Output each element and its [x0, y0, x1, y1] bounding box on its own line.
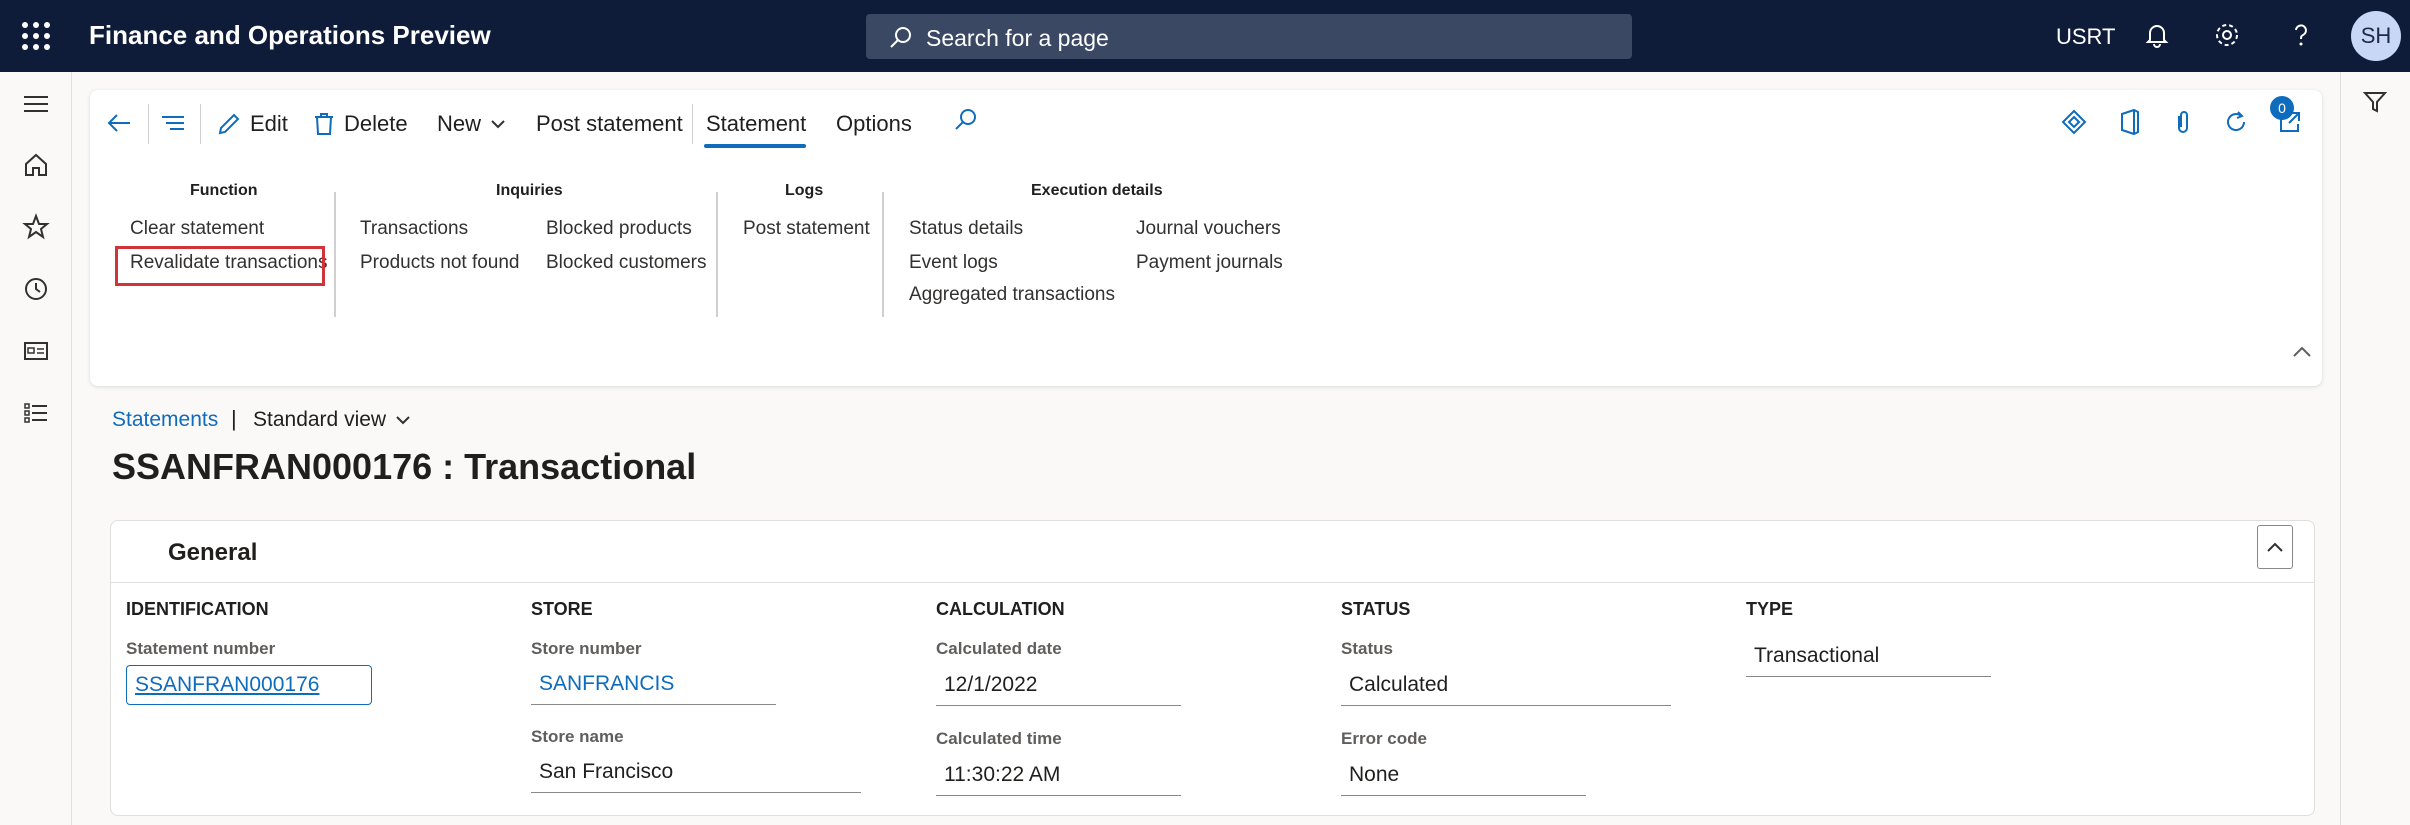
group-title-function: Function — [190, 182, 258, 199]
calculated-time-field[interactable]: 11:30:22 AM — [936, 756, 1181, 796]
edit-button[interactable]: Edit — [216, 104, 288, 144]
delete-button[interactable]: Delete — [312, 104, 408, 144]
search-box[interactable]: Search for a page — [866, 14, 1632, 59]
products-not-found-button[interactable]: Products not found — [360, 252, 520, 274]
chevron-up-icon[interactable] — [2290, 342, 2314, 362]
general-title: General — [168, 539, 258, 566]
chevron-down-icon — [491, 120, 505, 129]
collapse-general-button[interactable] — [2257, 525, 2293, 569]
app-title[interactable]: Finance and Operations Preview — [89, 20, 491, 51]
calculated-date-field[interactable]: 12/1/2022 — [936, 666, 1181, 706]
new-label: New — [437, 111, 482, 136]
breadcrumb-separator: | — [231, 406, 237, 431]
view-selector-label: Standard view — [253, 408, 387, 431]
statement-number-label: Statement number — [126, 639, 276, 658]
power-apps-icon[interactable] — [2060, 108, 2088, 136]
home-icon[interactable] — [21, 150, 51, 180]
star-icon[interactable] — [21, 212, 51, 242]
filter-icon[interactable] — [2361, 88, 2389, 116]
type-field[interactable]: Transactional — [1746, 637, 1991, 677]
status-label: Status — [1341, 639, 1393, 658]
store-name-label: Store name — [531, 727, 624, 746]
calculated-time-label: Calculated time — [936, 729, 1062, 748]
identification-heading: IDENTIFICATION — [126, 599, 269, 619]
trash-icon — [315, 113, 333, 135]
active-tab-indicator — [704, 144, 806, 148]
tab-options[interactable]: Options — [836, 104, 912, 144]
general-fasttab-header[interactable]: General — [111, 521, 2314, 583]
chevron-up-icon — [2267, 542, 2283, 552]
store-number-label: Store number — [531, 639, 642, 658]
blocked-customers-button[interactable]: Blocked customers — [546, 252, 707, 274]
edit-label: Edit — [250, 111, 288, 136]
store-number-link[interactable]: SANFRANCIS — [531, 665, 776, 705]
error-code-field[interactable]: None — [1341, 756, 1586, 796]
refresh-icon[interactable] — [2222, 108, 2250, 136]
avatar[interactable]: SH — [2351, 11, 2401, 61]
aggregated-transactions-button[interactable]: Aggregated transactions — [909, 284, 1115, 306]
group-title-logs: Logs — [785, 182, 824, 199]
type-heading: TYPE — [1746, 599, 1794, 619]
office-icon[interactable] — [2116, 108, 2142, 136]
journal-vouchers-button[interactable]: Journal vouchers — [1136, 218, 1281, 240]
breadcrumb-statements[interactable]: Statements — [112, 408, 218, 432]
post-statement-button[interactable]: Post statement — [536, 104, 683, 144]
error-code-label: Error code — [1341, 729, 1427, 748]
delete-label: Delete — [344, 111, 408, 136]
new-menu-button[interactable]: New — [437, 104, 515, 144]
transactions-button[interactable]: Transactions — [360, 218, 468, 240]
store-name-field[interactable]: San Francisco — [531, 753, 861, 793]
chevron-down-icon — [396, 416, 410, 425]
back-arrow-icon[interactable] — [104, 108, 134, 138]
left-navigation — [0, 72, 72, 825]
highlight-box — [115, 246, 325, 286]
status-details-button[interactable]: Status details — [909, 218, 1023, 240]
search-icon[interactable] — [952, 106, 980, 134]
company-picker[interactable]: USRT — [2056, 24, 2116, 50]
general-fasttab: General IDENTIFICATION Statement number … — [110, 520, 2315, 816]
workspaces-icon[interactable] — [21, 336, 51, 366]
status-heading: STATUS — [1341, 599, 1411, 619]
app-launcher-icon[interactable] — [22, 22, 50, 50]
blocked-products-button[interactable]: Blocked products — [546, 218, 692, 240]
tab-statement[interactable]: Statement — [706, 104, 806, 144]
recent-clock-icon[interactable] — [21, 274, 51, 304]
payment-journals-button[interactable]: Payment journals — [1136, 252, 1283, 274]
hamburger-icon[interactable] — [21, 92, 51, 116]
logs-post-statement-button[interactable]: Post statement — [743, 218, 870, 240]
lines-menu-icon[interactable] — [158, 108, 188, 138]
store-heading: STORE — [531, 599, 593, 619]
view-selector[interactable]: Standard view — [253, 408, 412, 432]
open-new-window-icon[interactable] — [2276, 108, 2304, 136]
search-placeholder: Search for a page — [926, 25, 1109, 51]
pencil-icon — [218, 113, 240, 135]
calculation-heading: CALCULATION — [936, 599, 1065, 619]
search-icon — [890, 27, 911, 48]
top-navigation-bar: Finance and Operations Preview Search fo… — [0, 0, 2410, 72]
status-field[interactable]: Calculated — [1341, 666, 1671, 706]
action-pane: Edit Delete New Post statement Statement… — [90, 90, 2322, 386]
event-logs-button[interactable]: Event logs — [909, 252, 998, 274]
group-title-execution-details: Execution details — [1031, 182, 1163, 199]
help-icon[interactable] — [2286, 20, 2316, 50]
gear-icon[interactable] — [2212, 20, 2242, 50]
modules-list-icon[interactable] — [21, 398, 51, 428]
statement-number-link[interactable]: SSANFRAN000176 — [126, 665, 372, 705]
bell-icon[interactable] — [2142, 20, 2172, 50]
attachment-icon[interactable] — [2170, 108, 2196, 136]
page-title: SSANFRAN000176 : Transactional — [112, 446, 697, 487]
clear-statement-button[interactable]: Clear statement — [130, 218, 264, 240]
calculated-date-label: Calculated date — [936, 639, 1062, 658]
right-rail — [2340, 72, 2410, 825]
group-title-inquiries: Inquiries — [496, 182, 563, 199]
